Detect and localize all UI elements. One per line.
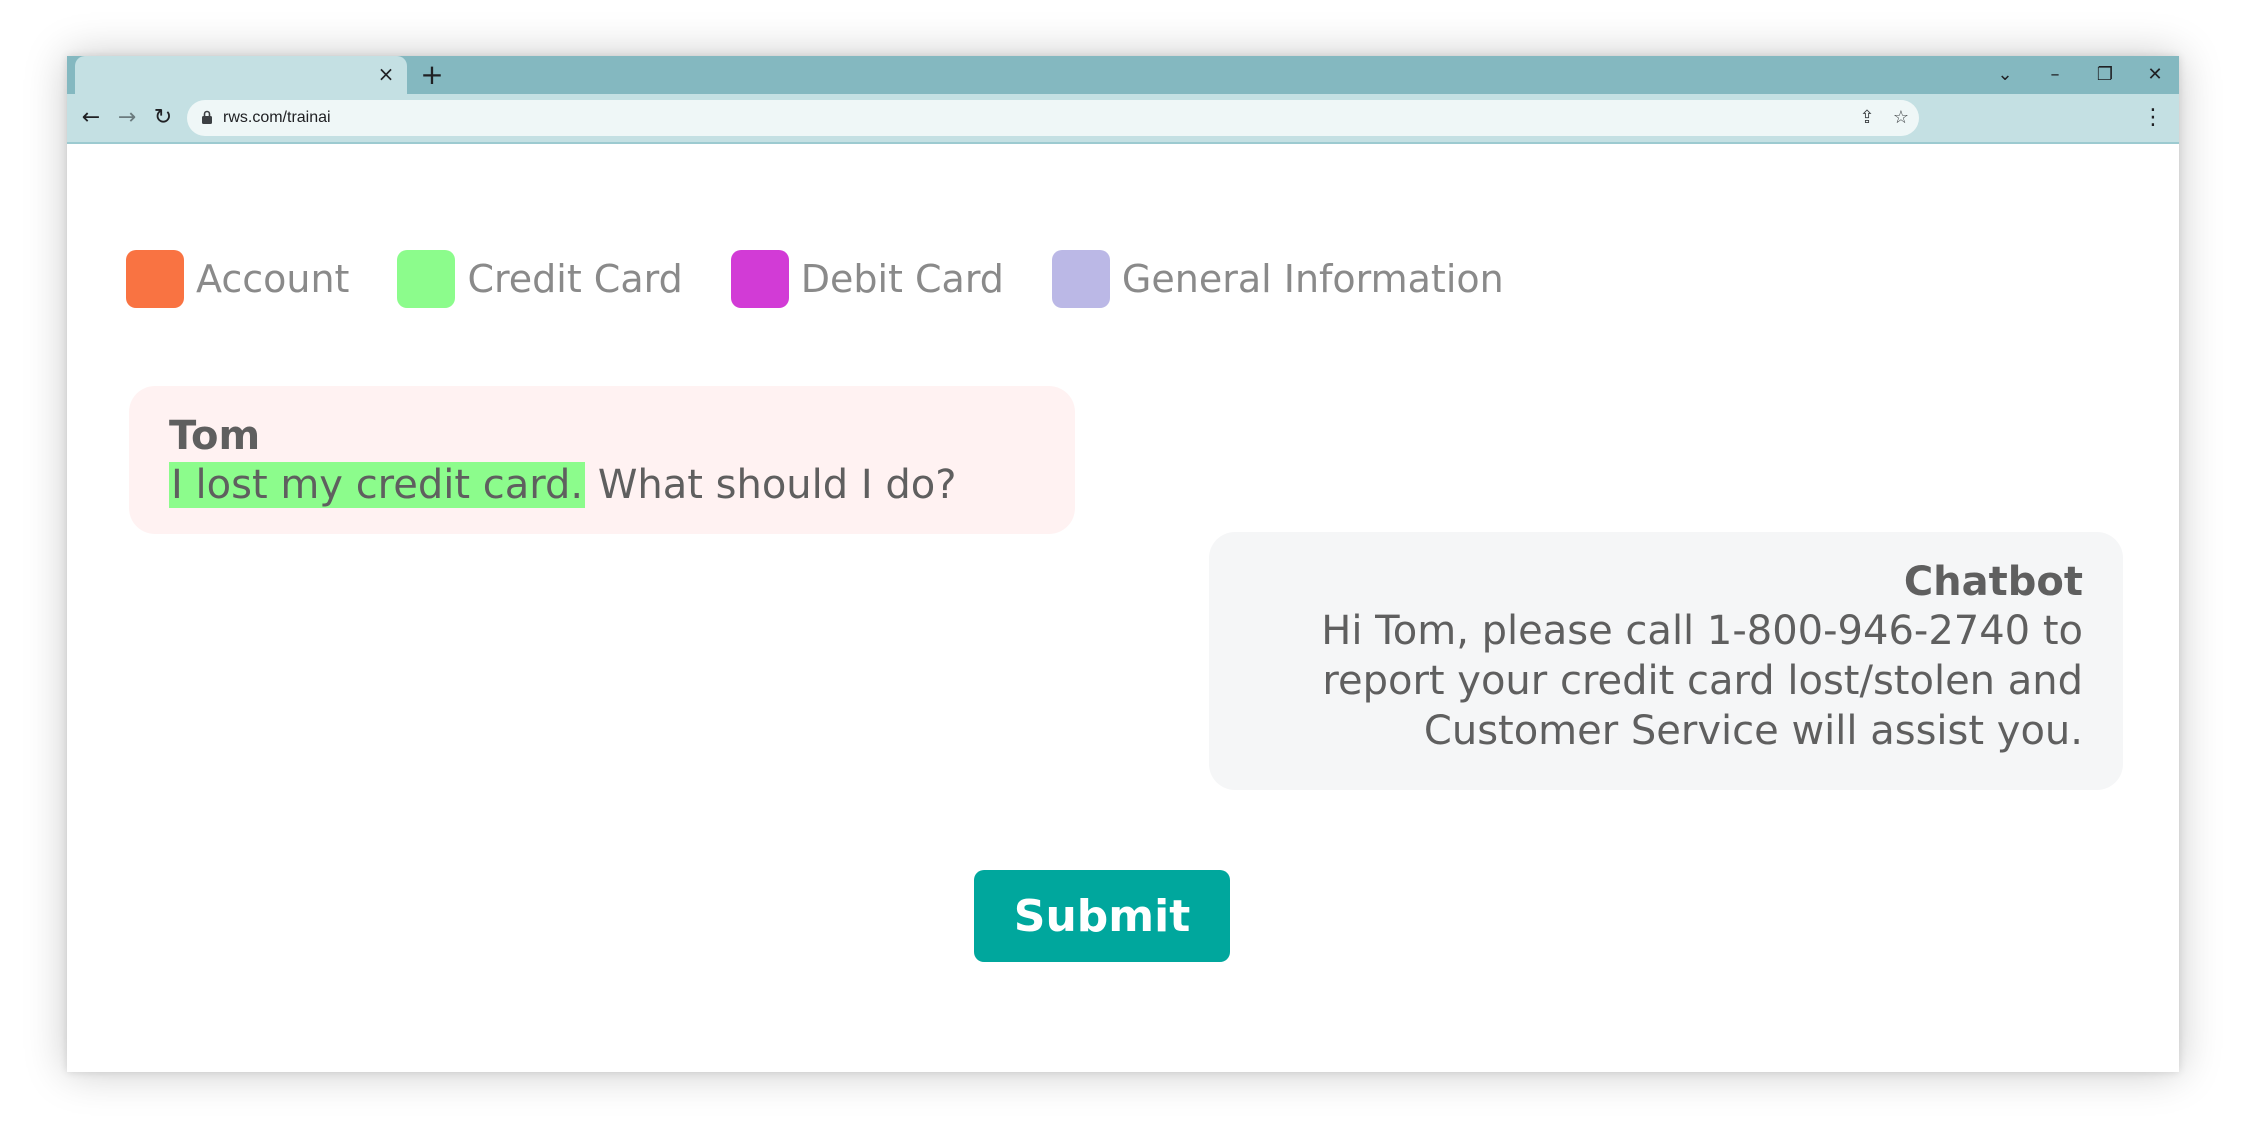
legend-item-credit-card[interactable]: Credit Card (397, 250, 683, 308)
user-speaker-name: Tom (169, 413, 261, 459)
legend-label: Credit Card (467, 257, 683, 301)
category-legend: Account Credit Card Debit Card General I… (126, 250, 1552, 308)
tab-close-icon[interactable]: × (375, 63, 397, 85)
bookmark-star-icon[interactable]: ☆ (1887, 104, 1915, 132)
forward-icon[interactable]: → (111, 102, 143, 134)
submit-button[interactable]: Submit (974, 870, 1230, 962)
legend-swatch (1051, 250, 1110, 308)
legend-swatch (397, 250, 456, 308)
lock-icon (202, 110, 212, 124)
share-icon[interactable]: ⇪ (1853, 104, 1881, 132)
back-icon[interactable]: ← (75, 102, 107, 134)
browser-window: × + ⌄ – ❐ ✕ ← → ↻ rws.com/trainai ⇪ ☆ ⋮ … (67, 56, 2179, 1072)
credit-card-highlight[interactable]: I lost my credit card. (169, 462, 586, 508)
restore-button[interactable]: ❐ (2085, 60, 2125, 90)
chatbot-message-line[interactable]: Hi Tom, please call 1-800-946-2740 to (1249, 606, 2083, 656)
user-message-bubble: Tom I lost my credit card. What should I… (129, 386, 1075, 534)
browser-toolbar: ← → ↻ rws.com/trainai ⇪ ☆ ⋮ (67, 94, 2179, 144)
legend-item-general-information[interactable]: General Information (1051, 250, 1504, 308)
user-message-text[interactable]: I lost my credit card. What should I do? (169, 460, 1035, 510)
legend-label: Debit Card (800, 257, 1004, 301)
close-window-button[interactable]: ✕ (2135, 60, 2175, 90)
address-bar[interactable]: rws.com/trainai ⇪ ☆ (187, 100, 1919, 136)
legend-item-account[interactable]: Account (126, 250, 349, 308)
browser-menu-icon[interactable]: ⋮ (2137, 102, 2169, 134)
tab-search-icon[interactable]: ⌄ (1985, 60, 2025, 90)
chatbot-message-line[interactable]: report your credit card lost/stolen and (1249, 656, 2083, 706)
reload-icon[interactable]: ↻ (147, 102, 179, 134)
page-content: Account Credit Card Debit Card General I… (67, 144, 2179, 1072)
tab-strip: × + ⌄ – ❐ ✕ (67, 56, 2179, 94)
legend-swatch (730, 250, 789, 308)
chatbot-speaker-name: Chatbot (1903, 559, 2083, 605)
chatbot-message-bubble: Chatbot Hi Tom, please call 1-800-946-27… (1209, 532, 2123, 790)
url-text[interactable]: rws.com/trainai (223, 100, 331, 136)
legend-swatch (126, 250, 184, 308)
legend-label: Account (196, 257, 350, 301)
minimize-button[interactable]: – (2035, 60, 2075, 90)
browser-tab[interactable]: × (75, 56, 407, 94)
legend-label: General Information (1121, 257, 1504, 301)
user-message-rest: What should I do? (585, 462, 957, 508)
legend-item-debit-card[interactable]: Debit Card (730, 250, 1004, 308)
chatbot-message-line[interactable]: Customer Service will assist you. (1249, 706, 2083, 756)
new-tab-button[interactable]: + (417, 60, 447, 90)
